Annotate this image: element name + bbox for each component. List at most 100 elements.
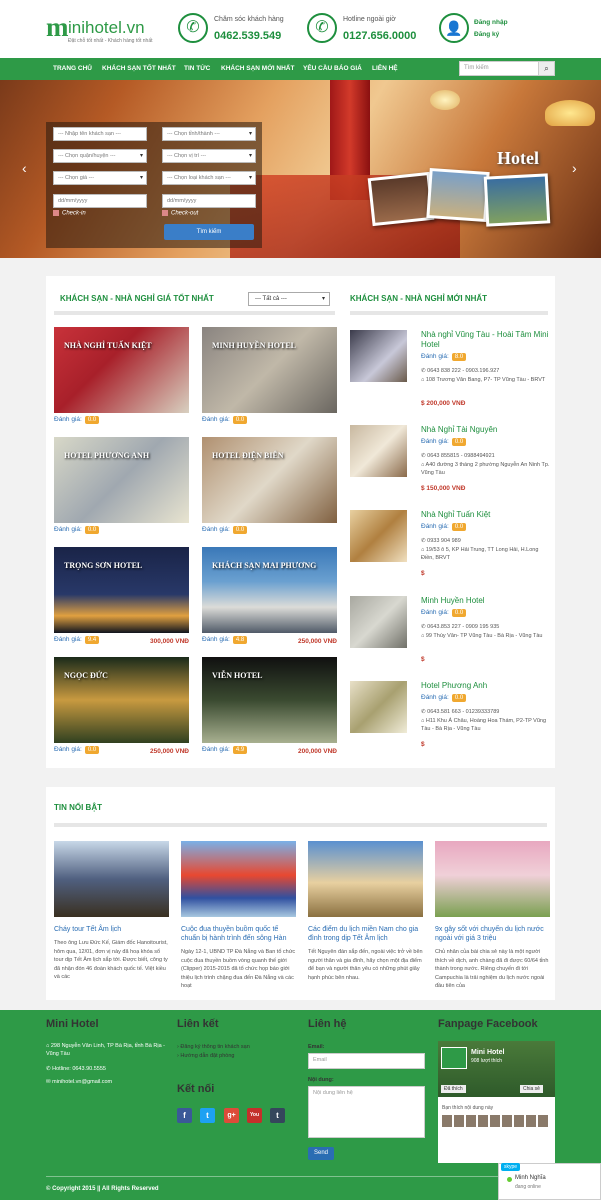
new-hotel-thumb[interactable]	[350, 425, 407, 477]
news-item[interactable]: Cuộc đua thuyền buồm quốc tế chuẩn bị hà…	[181, 841, 296, 991]
best-filter-select[interactable]: --- Tất cả ---	[248, 292, 330, 306]
news-image[interactable]	[181, 841, 296, 917]
hotel-photo[interactable]: VIỄN HOTEL	[202, 657, 337, 743]
new-hotel-thumb[interactable]	[350, 510, 407, 562]
new-hotel-name[interactable]: Nhà nghỉ Vũng Tàu - Hoài Tâm Mini Hotel	[421, 330, 551, 350]
news-image[interactable]	[308, 841, 423, 917]
news-item[interactable]: Cháy tour Tết Âm lịch Theo ông Lưu Đức K…	[54, 841, 169, 982]
fb-likes: 908 lượt thích	[471, 1058, 503, 1064]
hotel-card[interactable]: MINH HUYỀN HOTEL Đánh giá: 0.0	[202, 327, 337, 428]
footer-fb-title: Fanpage Facebook	[438, 1018, 538, 1030]
skype-icon: skype	[501, 1163, 521, 1171]
google-plus-icon[interactable]: g+	[224, 1108, 239, 1123]
hotel-photo[interactable]: HOTEL ĐIỆN BIÊN	[202, 437, 337, 523]
checkout-date-input[interactable]: dd/mm/yyyy	[162, 194, 256, 208]
news-item-desc: Chủ nhân của bài chia sẻ này là một ngườ…	[435, 949, 549, 989]
hotel-photo[interactable]: NGỌC ĐỨC	[54, 657, 189, 743]
prev-arrow-icon[interactable]: ‹	[22, 160, 27, 176]
hotel-card[interactable]: KHÁCH SẠN MAI PHƯƠNG Đánh giá: 4.8 250,00…	[202, 547, 337, 648]
new-hotels-title: KHÁCH SẠN - NHÀ NGHỈ MỚI NHẤT	[350, 294, 488, 303]
rating-badge: 4.9	[232, 746, 248, 754]
news-item[interactable]: Các điểm du lịch miền Nam cho gia đình t…	[308, 841, 423, 982]
rating-badge: 0.0	[232, 526, 248, 534]
hotel-rating-row: Đánh giá: 0.0	[202, 526, 337, 538]
hotel-photo[interactable]: MINH HUYỀN HOTEL	[202, 327, 337, 413]
new-hotel-name[interactable]: Hotel Phương Anh	[421, 681, 551, 691]
news-item[interactable]: 9x gây sốt với chuyến du lịch nước ngoài…	[435, 841, 550, 991]
facebook-icon[interactable]: f	[177, 1108, 192, 1123]
new-hotel-thumb[interactable]	[350, 681, 407, 733]
hotel-card[interactable]: HOTEL ĐIỆN BIÊN Đánh giá: 0.0	[202, 437, 337, 538]
province-select[interactable]: --- Chọn tỉnh/thành ---	[162, 127, 256, 141]
phone-icon: ✆	[307, 13, 337, 43]
facebook-widget[interactable]: Mini Hotel 908 lượt thích Đã thích Chia …	[438, 1041, 555, 1163]
skype-widget[interactable]: skype Minh Nghĩa đang online	[498, 1163, 601, 1200]
new-hotel-price: $	[421, 570, 425, 577]
contact-message-input[interactable]: Nội dung liên hệ	[308, 1086, 425, 1138]
rating-label: Đánh giá:	[202, 526, 230, 533]
send-button[interactable]: Send	[308, 1147, 334, 1160]
nav-best-hotels[interactable]: KHÁCH SẠN TỐT NHẤT	[102, 65, 176, 72]
hero-banner: Hotel ‹ › --- Nhập tên khách sạn --- ---…	[0, 80, 601, 258]
contact-email-input[interactable]: Email	[308, 1053, 425, 1069]
nav-news[interactable]: TIN TỨC	[184, 65, 210, 72]
hotel-card[interactable]: HOTEL PHƯƠNG ANH Đánh giá: 0.0	[54, 437, 189, 538]
new-hotel-name[interactable]: Nhà Nghỉ Tuấn Kiệt	[421, 510, 551, 520]
hotel-photo[interactable]: TRỌNG SƠN HOTEL	[54, 547, 189, 633]
hotel-card[interactable]: TRỌNG SƠN HOTEL Đánh giá: 9.4 300,000 VNĐ	[54, 547, 189, 648]
hotel-card[interactable]: NHÀ NGHỈ TUẤN KIỆT Đánh giá: 0.0	[54, 327, 189, 428]
search-icon[interactable]: ⌕	[538, 62, 554, 75]
location-select[interactable]: --- Chọn vị trí ---	[162, 149, 256, 163]
tumblr-icon[interactable]: t	[270, 1108, 285, 1123]
search-button[interactable]: Tìm kiếm	[164, 224, 254, 240]
youtube-icon[interactable]: You	[247, 1108, 262, 1123]
register-link[interactable]: Đăng ký	[474, 29, 508, 41]
hotel-photo[interactable]: HOTEL PHƯƠNG ANH	[54, 437, 189, 523]
footer-email[interactable]: ✉ minihotel.vn@gmail.com	[46, 1078, 112, 1086]
news-item-title[interactable]: Cuộc đua thuyền buồm quốc tế chuẩn bị hà…	[181, 925, 296, 943]
new-hotel-name[interactable]: Nhà Nghỉ Tài Nguyên	[421, 425, 551, 435]
hotel-photo-caption: TRỌNG SƠN HOTEL	[64, 561, 143, 570]
section-divider	[54, 823, 547, 827]
next-arrow-icon[interactable]: ›	[572, 160, 577, 176]
section-divider	[54, 311, 335, 315]
footer-link-guide[interactable]: › Hướng dẫn đặt phòng	[177, 1052, 234, 1060]
login-link[interactable]: Đăng nhập	[474, 17, 508, 29]
fb-liked-button[interactable]: Đã thích	[441, 1085, 466, 1093]
nav-home[interactable]: TRANG CHỦ	[53, 65, 92, 72]
nav-quote[interactable]: YÊU CẦU BÁO GIÁ	[303, 65, 362, 72]
hotel-type-select[interactable]: --- Chọn loại khách sạn ---	[162, 171, 256, 185]
rating-label: Đánh giá:	[202, 636, 230, 643]
banner-lamp	[545, 100, 595, 126]
district-select[interactable]: --- Chọn quận/huyện ---	[53, 149, 147, 163]
hotel-card[interactable]: VIỄN HOTEL Đánh giá: 4.9 200,000 VNĐ	[202, 657, 337, 758]
banner-light	[430, 90, 460, 110]
calendar-icon	[162, 210, 168, 216]
price-select[interactable]: --- Chọn giá ---	[53, 171, 147, 185]
news-image[interactable]	[435, 841, 550, 917]
nav-contact[interactable]: LIÊN HỆ	[372, 65, 398, 72]
fb-page-name[interactable]: Mini Hotel	[471, 1049, 504, 1056]
footer-links-title: Liên kết	[177, 1018, 219, 1030]
twitter-icon[interactable]: t	[200, 1108, 215, 1123]
hotel-photo[interactable]: NHÀ NGHỈ TUẤN KIỆT	[54, 327, 189, 413]
nav-new-hotels[interactable]: KHÁCH SẠN MỚI NHẤT	[221, 65, 294, 72]
hotel-name-input[interactable]: --- Nhập tên khách sạn ---	[53, 127, 147, 141]
rating-badge: 9.4	[84, 636, 100, 644]
hotel-card[interactable]: NGỌC ĐỨC Đánh giá: 0.0 250,000 VNĐ	[54, 657, 189, 758]
new-hotel-thumb[interactable]	[350, 596, 407, 648]
hotel-photo[interactable]: KHÁCH SẠN MAI PHƯƠNG	[202, 547, 337, 633]
news-item-title[interactable]: 9x gây sốt với chuyến du lịch nước ngoài…	[435, 925, 550, 943]
news-item-title[interactable]: Các điểm du lịch miền Nam cho gia đình t…	[308, 925, 423, 943]
site-logo[interactable]: m inihotel.vn Đặt chỗ tốt nhất - Khách h…	[46, 13, 164, 44]
checkin-date-input[interactable]: dd/mm/yyyy	[53, 194, 147, 208]
footer-link-register[interactable]: › Đăng ký thông tin khách sạn	[177, 1043, 250, 1051]
news-image[interactable]	[54, 841, 169, 917]
new-hotel-thumb[interactable]	[350, 330, 407, 382]
hotel-price: 250,000 VNĐ	[297, 638, 337, 645]
new-hotel-name[interactable]: Minh Huyền Hotel	[421, 596, 551, 606]
news-item-title[interactable]: Cháy tour Tết Âm lịch	[54, 925, 169, 934]
search-input[interactable]: Tìm kiếm ⌕	[459, 61, 555, 76]
search-placeholder: Tìm kiếm	[464, 65, 489, 71]
fb-share-button[interactable]: Chia sẻ	[520, 1085, 543, 1093]
